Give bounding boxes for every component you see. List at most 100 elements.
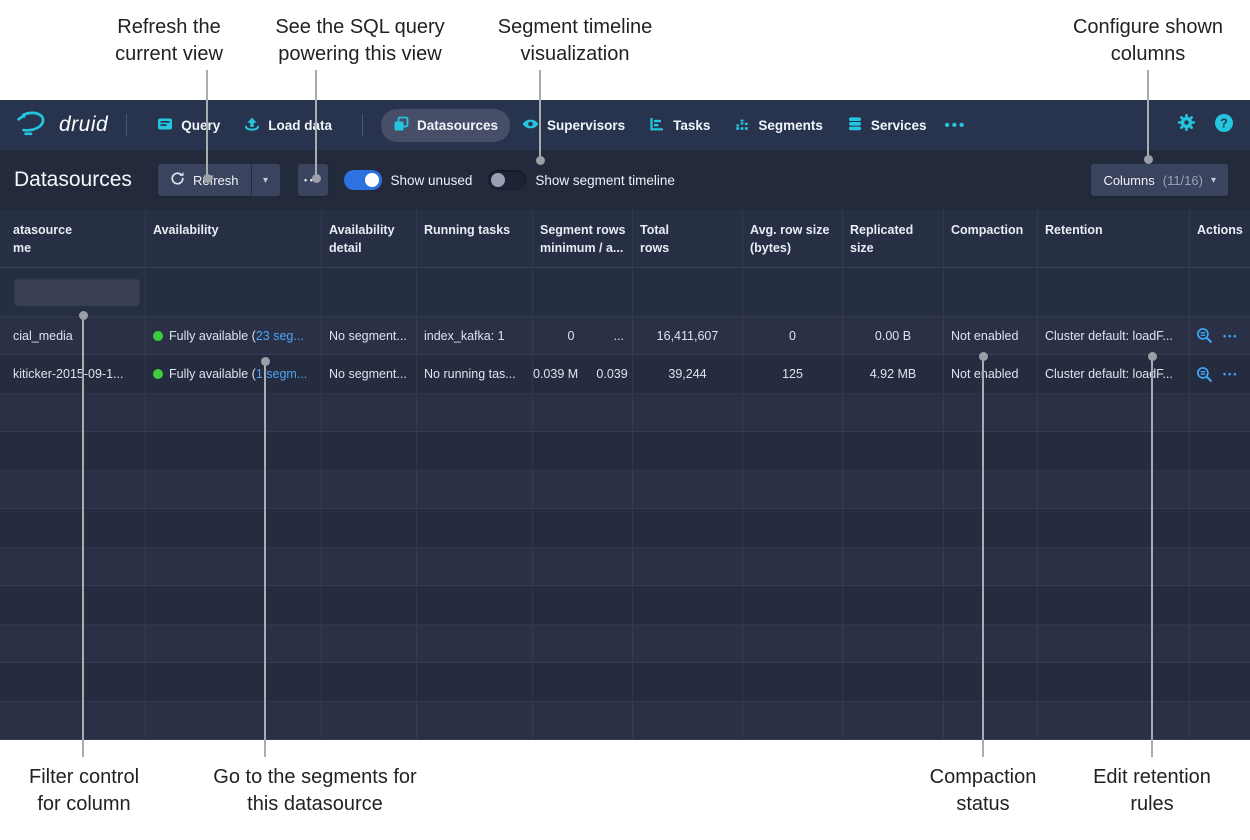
empty-cell xyxy=(1038,702,1190,740)
empty-cell xyxy=(417,432,533,470)
empty-cell xyxy=(1190,586,1250,624)
nav-item-segments[interactable]: Segments xyxy=(722,109,835,142)
empty-cell xyxy=(0,625,146,663)
cell-actions: ••• xyxy=(1190,355,1250,393)
nav-item-tasks[interactable]: Tasks xyxy=(637,109,722,142)
pointer-dot xyxy=(79,311,88,320)
empty-cell xyxy=(417,702,533,740)
column-header-availability-detail[interactable]: Availabilitydetail xyxy=(322,210,417,268)
datasources-table: atasourcemeAvailabilityAvailabilitydetai… xyxy=(0,210,1250,740)
empty-cell xyxy=(843,432,944,470)
column-header-avg-row-size[interactable]: Avg. row size(bytes) xyxy=(743,210,843,268)
empty-cell xyxy=(843,625,944,663)
filter-cell-total-rows xyxy=(633,268,743,317)
database-icon xyxy=(847,116,863,135)
nav-label: Datasources xyxy=(417,118,498,133)
pointer-line xyxy=(82,316,84,757)
magnifier-icon[interactable] xyxy=(1196,366,1213,383)
empty-cell xyxy=(533,394,633,432)
brand-word: druid xyxy=(59,113,108,137)
cell-actions: ••• xyxy=(1190,317,1250,355)
column-header-actions[interactable]: Actions xyxy=(1190,210,1250,268)
cell-availability: Fully available (1 segm... xyxy=(146,355,322,393)
druid-logo[interactable]: druid xyxy=(16,109,108,141)
empty-cell xyxy=(743,586,843,624)
empty-cell xyxy=(417,586,533,624)
columns-button[interactable]: Columns (11/16) ▾ xyxy=(1091,164,1228,196)
empty-cell xyxy=(743,663,843,701)
column-header-compaction[interactable]: Compaction xyxy=(944,210,1038,268)
nav-item-load-data[interactable]: Load data xyxy=(232,109,344,142)
nav-item-services[interactable]: Services xyxy=(835,109,939,142)
empty-cell xyxy=(322,625,417,663)
filter-cell-availability xyxy=(146,268,322,317)
refresh-dropdown-caret[interactable]: ▾ xyxy=(251,164,280,196)
druid-console: druid Query Load data Datasou xyxy=(0,100,1250,740)
filter-cell-availability-detail xyxy=(322,268,417,317)
availability-text: Fully available ( xyxy=(169,329,256,343)
column-header-running-tasks[interactable]: Running tasks xyxy=(417,210,533,268)
nav-item-supervisors[interactable]: Supervisors xyxy=(510,109,637,142)
empty-cell xyxy=(633,471,743,509)
cell-avg-row-size: 125 xyxy=(743,355,843,393)
column-header-datasource-name[interactable]: atasourceme xyxy=(0,210,146,268)
empty-cell xyxy=(1038,586,1190,624)
availability-text: Fully available ( xyxy=(169,367,256,381)
refresh-button-group: Refresh ▾ xyxy=(158,164,280,196)
empty-cell xyxy=(944,548,1038,586)
chevron-down-icon: ▾ xyxy=(1211,175,1216,186)
cell-availability-detail: No segment... xyxy=(322,355,417,393)
row-more-actions-button[interactable]: ••• xyxy=(1223,331,1238,341)
pointer-dot xyxy=(536,156,545,165)
empty-cell xyxy=(322,432,417,470)
column-header-replicated-size[interactable]: Replicatedsize xyxy=(843,210,944,268)
empty-cell xyxy=(417,471,533,509)
nav-item-datasources[interactable]: Datasources xyxy=(381,109,510,142)
empty-cell xyxy=(533,586,633,624)
cell-availability-detail: No segment... xyxy=(322,317,417,355)
empty-cell xyxy=(743,625,843,663)
empty-cell xyxy=(533,702,633,740)
empty-cell xyxy=(1038,625,1190,663)
nav-item-query[interactable]: Query xyxy=(145,109,232,142)
pointer-line xyxy=(982,357,984,757)
nav-label: Supervisors xyxy=(547,118,625,133)
magnifier-icon[interactable] xyxy=(1196,327,1213,344)
gear-icon[interactable] xyxy=(1177,113,1196,137)
empty-cell xyxy=(944,625,1038,663)
column-header-total-rows[interactable]: Totalrows xyxy=(633,210,743,268)
empty-cell xyxy=(146,625,322,663)
row-more-actions-button[interactable]: ••• xyxy=(1223,369,1238,379)
column-header-segment-rows[interactable]: Segment rowsminimum / a... xyxy=(533,210,633,268)
empty-cell xyxy=(944,432,1038,470)
segments-link[interactable]: 23 seg... xyxy=(256,329,304,343)
empty-cell xyxy=(322,548,417,586)
empty-cell xyxy=(146,663,322,701)
help-icon[interactable]: ? xyxy=(1214,113,1234,138)
pointer-dot xyxy=(1148,352,1157,361)
column-header-retention[interactable]: Retention xyxy=(1038,210,1190,268)
datasource-filter-input[interactable] xyxy=(14,278,140,306)
empty-cell xyxy=(417,509,533,547)
empty-cell xyxy=(146,509,322,547)
cell-retention: Cluster default: loadF... xyxy=(1038,355,1190,393)
cell-total-rows: 16,411,607 xyxy=(633,317,743,355)
empty-cell xyxy=(322,586,417,624)
empty-cell xyxy=(0,663,146,701)
show-segment-timeline-toggle[interactable] xyxy=(488,170,526,190)
empty-cell xyxy=(0,509,146,547)
columns-count: (11/16) xyxy=(1163,173,1203,188)
column-header-availability[interactable]: Availability xyxy=(146,210,322,268)
empty-cell xyxy=(843,394,944,432)
empty-cell xyxy=(322,471,417,509)
cell-datasource-name: kiticker-2015-09-1... xyxy=(0,355,146,393)
empty-cell xyxy=(0,432,146,470)
annotation-refresh: Refresh thecurrent view xyxy=(115,14,223,68)
empty-cell xyxy=(533,663,633,701)
filter-cell-retention xyxy=(1038,268,1190,317)
top-navbar: druid Query Load data Datasou xyxy=(0,100,1250,150)
nav-more-button[interactable]: ••• xyxy=(938,117,972,134)
show-unused-toggle[interactable] xyxy=(344,170,382,190)
empty-cell xyxy=(1190,702,1250,740)
svg-text:?: ? xyxy=(1220,116,1228,130)
